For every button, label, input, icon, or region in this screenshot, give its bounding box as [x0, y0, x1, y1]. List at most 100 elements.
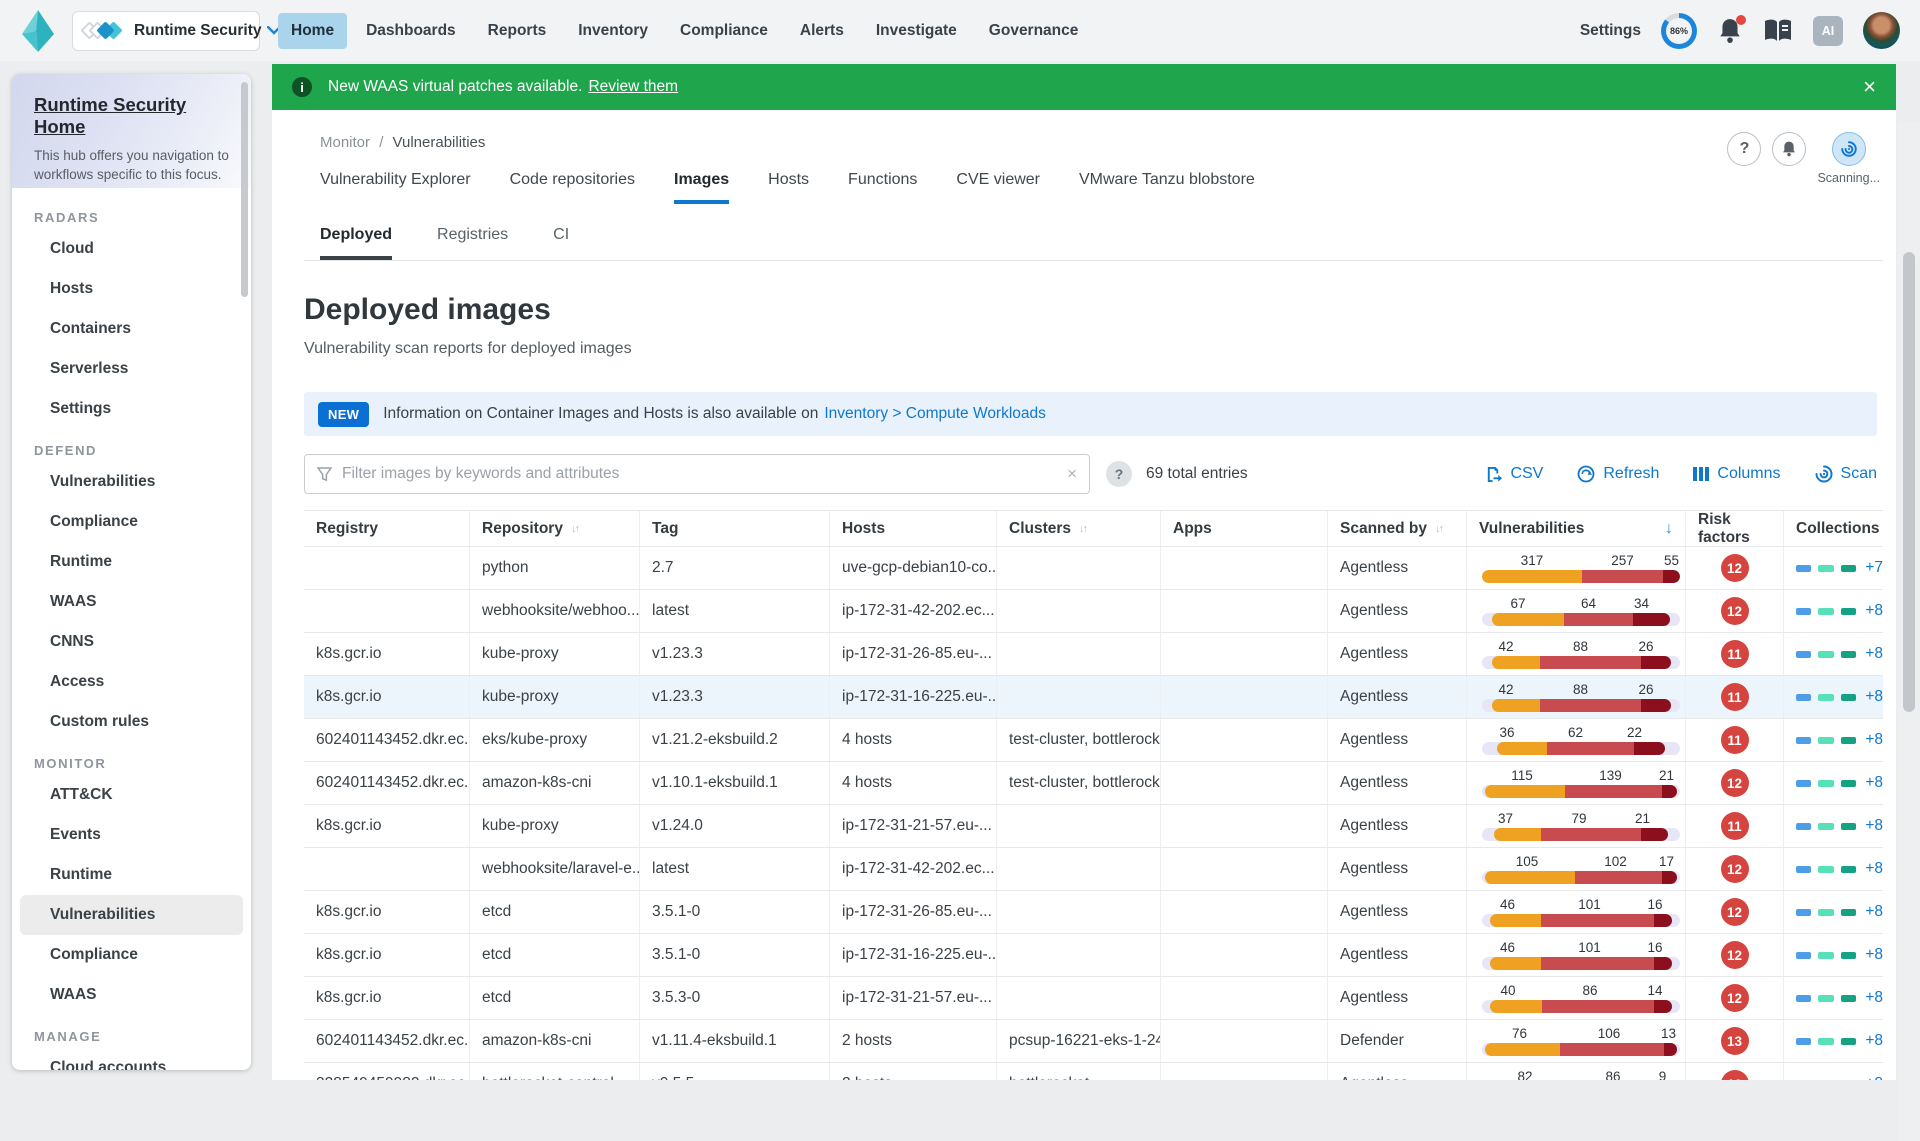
- filter-help-button[interactable]: ?: [1106, 461, 1132, 487]
- tab-cve-viewer[interactable]: CVE viewer: [956, 171, 1040, 204]
- tab-vulnerability-explorer[interactable]: Vulnerability Explorer: [320, 171, 471, 204]
- risk-factor-badge[interactable]: 11: [1721, 726, 1749, 754]
- sidebar-item-waas[interactable]: WAAS: [20, 582, 243, 622]
- breadcrumb-current[interactable]: Vulnerabilities: [393, 134, 486, 151]
- sidebar-title[interactable]: Runtime Security Home: [34, 94, 231, 138]
- risk-factor-badge[interactable]: 12: [1721, 984, 1749, 1012]
- collections-more-link[interactable]: +8: [1865, 688, 1883, 706]
- nav-investigate[interactable]: Investigate: [863, 13, 970, 49]
- tab-vmware-tanzu-blobstore[interactable]: VMware Tanzu blobstore: [1079, 171, 1255, 204]
- risk-factor-badge[interactable]: 12: [1721, 855, 1749, 883]
- sidebar-item-compliance[interactable]: Compliance: [20, 502, 243, 542]
- sidebar-item-events[interactable]: Events: [20, 815, 243, 855]
- column-header-tag[interactable]: Tag: [639, 511, 829, 546]
- table-row[interactable]: python2.7uve-gcp-debian10-co...Agentless…: [304, 547, 1883, 590]
- sort-icon[interactable]: ↓↑: [571, 523, 578, 535]
- column-header-repository[interactable]: Repository↓↑: [469, 511, 639, 546]
- table-row[interactable]: k8s.gcr.iokube-proxyv1.23.3ip-172-31-26-…: [304, 633, 1883, 676]
- sidebar-item-cnns[interactable]: CNNS: [20, 622, 243, 662]
- collections-more-link[interactable]: +8: [1865, 1075, 1883, 1080]
- sidebar-item-runtime[interactable]: Runtime: [20, 855, 243, 895]
- table-row[interactable]: 328549459982.dkr.ec...bottlerocket-contr…: [304, 1063, 1883, 1080]
- table-row[interactable]: 602401143452.dkr.ec...amazon-k8s-cniv1.1…: [304, 762, 1883, 805]
- credits-gauge[interactable]: 86%: [1661, 13, 1697, 49]
- sidebar-item-custom-rules[interactable]: Custom rules: [20, 702, 243, 742]
- risk-factor-badge[interactable]: 12: [1721, 898, 1749, 926]
- nav-reports[interactable]: Reports: [475, 13, 560, 49]
- collections-more-link[interactable]: +8: [1865, 1032, 1883, 1050]
- page-scrollbar-thumb[interactable]: [1903, 252, 1915, 712]
- workspace-switcher[interactable]: Runtime Security: [72, 11, 260, 51]
- sidebar-item-waas[interactable]: WAAS: [20, 975, 243, 1015]
- table-row[interactable]: webhooksite/webhoo...latestip-172-31-42-…: [304, 590, 1883, 633]
- column-header-hosts[interactable]: Hosts: [829, 511, 996, 546]
- collections-more-link[interactable]: +8: [1865, 817, 1883, 835]
- sidebar-item-hosts[interactable]: Hosts: [20, 269, 243, 309]
- collections-more-link[interactable]: +8: [1865, 602, 1883, 620]
- nav-compliance[interactable]: Compliance: [667, 13, 781, 49]
- tab-code-repositories[interactable]: Code repositories: [510, 171, 635, 204]
- risk-factor-badge[interactable]: 12: [1721, 941, 1749, 969]
- risk-factor-badge[interactable]: 12: [1721, 597, 1749, 625]
- table-row[interactable]: k8s.gcr.iokube-proxyv1.23.3ip-172-31-16-…: [304, 676, 1883, 719]
- ai-assistant-button[interactable]: AI: [1813, 16, 1843, 46]
- tab-images[interactable]: Images: [674, 171, 729, 204]
- sidebar-item-att-ck[interactable]: ATT&CK: [20, 775, 243, 815]
- nav-home[interactable]: Home: [278, 13, 347, 49]
- csv-button[interactable]: CSV: [1485, 465, 1543, 483]
- risk-factor-badge[interactable]: 12: [1721, 769, 1749, 797]
- column-header-scanned-by[interactable]: Scanned by↓↑: [1327, 511, 1466, 546]
- banner-close-icon[interactable]: ×: [1863, 76, 1876, 98]
- notifications-button[interactable]: [1717, 17, 1743, 45]
- sidebar-item-runtime[interactable]: Runtime: [20, 542, 243, 582]
- collections-more-link[interactable]: +8: [1865, 860, 1883, 878]
- banner-review-link[interactable]: Review them: [588, 78, 678, 96]
- brand-logo-icon[interactable]: [16, 7, 60, 55]
- tab-functions[interactable]: Functions: [848, 171, 917, 204]
- column-header-collections[interactable]: Collections: [1783, 511, 1883, 546]
- tab-hosts[interactable]: Hosts: [768, 171, 809, 204]
- table-row[interactable]: webhooksite/laravel-e...latestip-172-31-…: [304, 848, 1883, 891]
- subtab-ci[interactable]: CI: [553, 226, 569, 260]
- collections-more-link[interactable]: +8: [1865, 989, 1883, 1007]
- columns-button[interactable]: Columns: [1693, 465, 1780, 483]
- sidebar-item-settings[interactable]: Settings: [20, 389, 243, 429]
- help-button[interactable]: ?: [1727, 132, 1761, 166]
- collections-more-link[interactable]: +7: [1865, 559, 1883, 577]
- risk-factor-badge[interactable]: 13: [1721, 1027, 1749, 1055]
- alerts-bell-button[interactable]: [1772, 132, 1806, 166]
- risk-factor-badge[interactable]: 12: [1721, 554, 1749, 582]
- nav-governance[interactable]: Governance: [976, 13, 1092, 49]
- table-row[interactable]: k8s.gcr.ioetcd3.5.1-0ip-172-31-26-85.eu-…: [304, 891, 1883, 934]
- page-scrollbar-track[interactable]: [1898, 122, 1920, 1141]
- settings-link[interactable]: Settings: [1580, 22, 1641, 40]
- filter-clear-icon[interactable]: ×: [1067, 464, 1077, 484]
- risk-factor-badge[interactable]: 11: [1721, 812, 1749, 840]
- sidebar-item-access[interactable]: Access: [20, 662, 243, 702]
- nav-inventory[interactable]: Inventory: [565, 13, 661, 49]
- notice-inventory-link[interactable]: Inventory > Compute Workloads: [824, 405, 1046, 423]
- sidebar-item-serverless[interactable]: Serverless: [20, 349, 243, 389]
- column-header-registry[interactable]: Registry: [304, 511, 469, 546]
- sort-icon[interactable]: ↓↑: [1435, 523, 1442, 535]
- collections-more-link[interactable]: +8: [1865, 645, 1883, 663]
- column-header-risk-factors[interactable]: Risk factors: [1685, 511, 1783, 546]
- sidebar-item-cloud[interactable]: Cloud: [20, 229, 243, 269]
- table-row[interactable]: 602401143452.dkr.ec...eks/kube-proxyv1.2…: [304, 719, 1883, 762]
- column-header-clusters[interactable]: Clusters↓↑: [996, 511, 1160, 546]
- table-row[interactable]: k8s.gcr.ioetcd3.5.3-0ip-172-31-21-57.eu-…: [304, 977, 1883, 1020]
- column-header-apps[interactable]: Apps: [1160, 511, 1327, 546]
- scan-button[interactable]: Scan: [1815, 465, 1877, 483]
- risk-factor-badge[interactable]: 11: [1721, 683, 1749, 711]
- sidebar-item-vulnerabilities[interactable]: Vulnerabilities: [20, 895, 243, 935]
- subtab-registries[interactable]: Registries: [437, 226, 508, 260]
- collections-more-link[interactable]: +8: [1865, 946, 1883, 964]
- subtab-deployed[interactable]: Deployed: [320, 226, 392, 260]
- collections-more-link[interactable]: +8: [1865, 903, 1883, 921]
- nav-alerts[interactable]: Alerts: [787, 13, 857, 49]
- sidebar-scrollbar[interactable]: [241, 82, 248, 297]
- filter-input-box[interactable]: ×: [304, 454, 1090, 494]
- scanning-button[interactable]: [1832, 132, 1866, 166]
- risk-factor-badge[interactable]: 12: [1721, 1070, 1749, 1080]
- documentation-button[interactable]: [1763, 18, 1793, 44]
